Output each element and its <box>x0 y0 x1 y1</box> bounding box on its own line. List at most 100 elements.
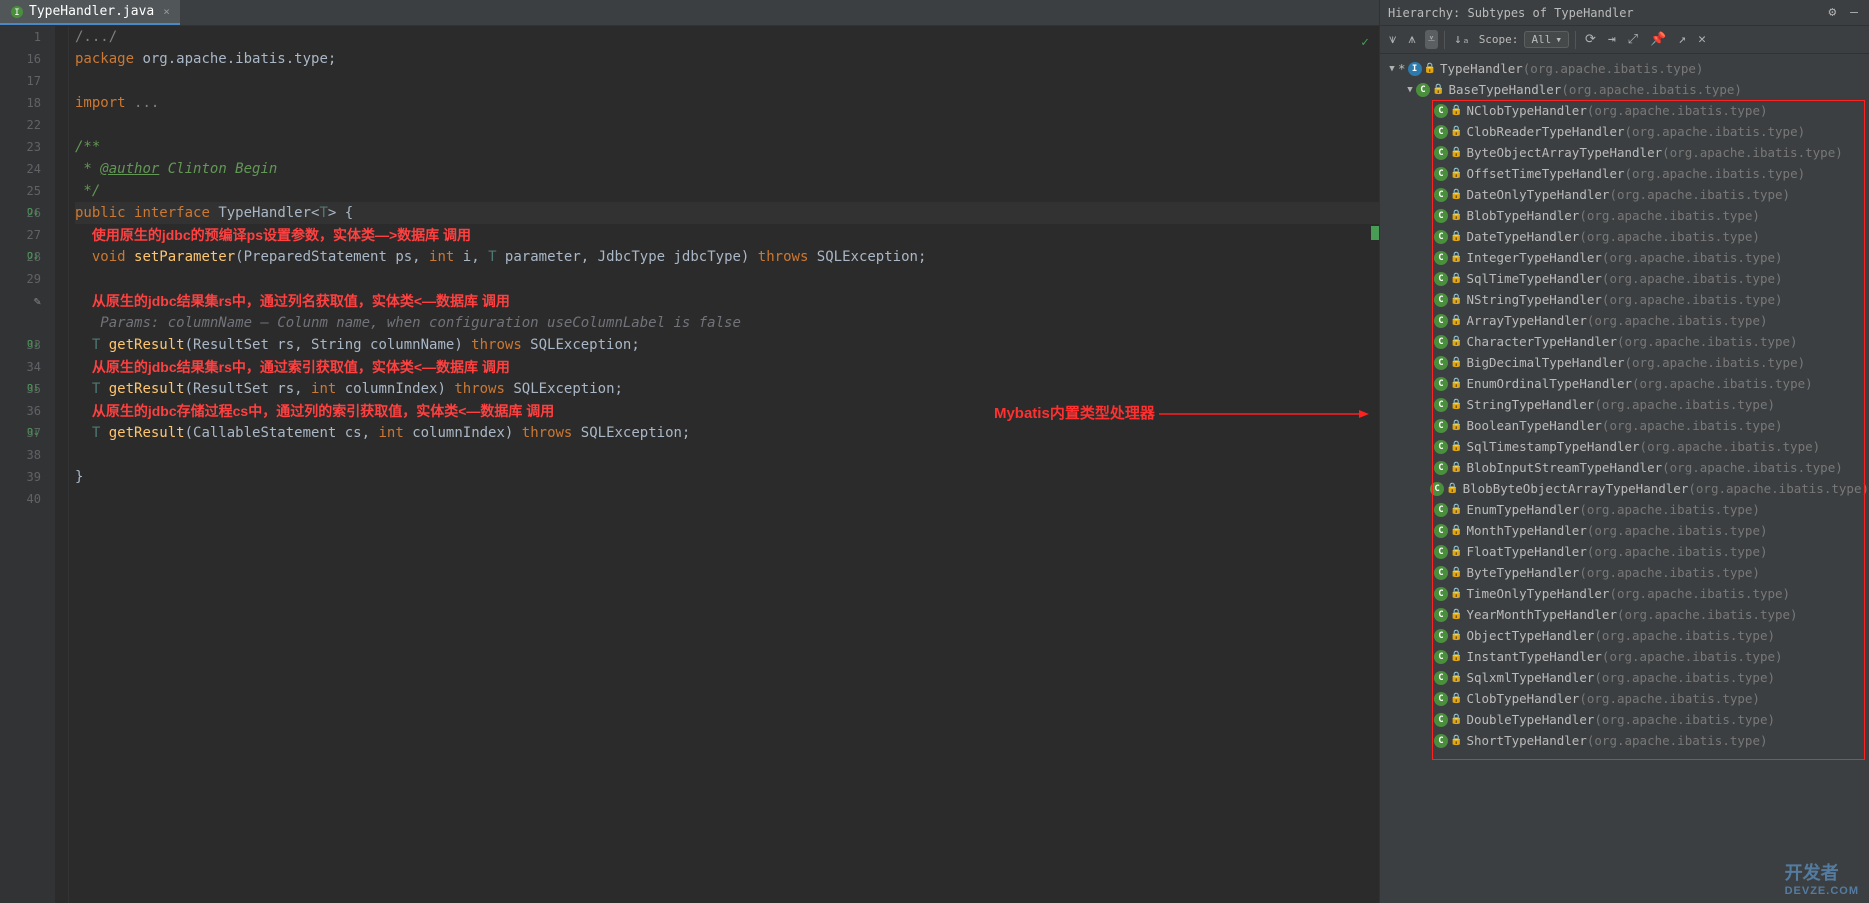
gutter-line[interactable]: 26O↓ <box>0 202 41 224</box>
code-line[interactable] <box>75 70 1379 92</box>
tree-row[interactable]: C🔒SqlTimeTypeHandler (org.apache.ibatis.… <box>1380 268 1869 289</box>
override-marker-icon[interactable]: O↓ <box>27 422 39 444</box>
tree-toggle-icon[interactable]: ▼ <box>1386 64 1398 74</box>
tree-row[interactable]: ▼C🔒BaseTypeHandler (org.apache.ibatis.ty… <box>1380 79 1869 100</box>
close-icon[interactable]: × <box>163 5 170 18</box>
gutter-line[interactable]: 16 <box>0 48 41 70</box>
tree-row[interactable]: C🔒DateTypeHandler (org.apache.ibatis.typ… <box>1380 226 1869 247</box>
supertypes-icon[interactable]: ⩚ <box>1405 30 1418 49</box>
override-marker-icon[interactable]: O↓ <box>27 246 39 268</box>
override-marker-icon[interactable]: O↓ <box>27 378 39 400</box>
scope-dropdown[interactable]: All ▾ <box>1524 31 1569 48</box>
tree-row[interactable]: C🔒BlobTypeHandler (org.apache.ibatis.typ… <box>1380 205 1869 226</box>
tree-row[interactable]: C🔒EnumTypeHandler (org.apache.ibatis.typ… <box>1380 499 1869 520</box>
gutter-line[interactable]: 24 <box>0 158 41 180</box>
gutter-line[interactable]: 37O↓ <box>0 422 41 444</box>
tree-row[interactable]: C🔒StringTypeHandler (org.apache.ibatis.t… <box>1380 394 1869 415</box>
gutter-line[interactable]: 40 <box>0 488 41 510</box>
expand-all-icon[interactable]: ⤢ <box>1625 30 1641 49</box>
export-icon[interactable]: ↗ <box>1675 30 1689 49</box>
editor-tab[interactable]: I TypeHandler.java × <box>0 0 180 25</box>
editor-body[interactable]: 11617182223242526O↓2728O↓29✎33O↓3435O↓36… <box>0 26 1379 903</box>
code-line[interactable]: void setParameter(PreparedStatement ps, … <box>75 246 1379 268</box>
pin-icon[interactable]: 📌 <box>1647 30 1669 49</box>
autoscroll-icon[interactable]: ⇥ <box>1605 30 1619 49</box>
tree-row[interactable]: C🔒CharacterTypeHandler (org.apache.ibati… <box>1380 331 1869 352</box>
gutter-line[interactable]: 36 <box>0 400 41 422</box>
tree-row[interactable]: C🔒ByteTypeHandler (org.apache.ibatis.typ… <box>1380 562 1869 583</box>
code-line[interactable]: T getResult(ResultSet rs, int columnInde… <box>75 378 1379 400</box>
code-line[interactable]: T getResult(ResultSet rs, String columnN… <box>75 334 1379 356</box>
override-marker-icon[interactable]: O↓ <box>27 202 39 224</box>
gear-icon[interactable]: ⚙ <box>1826 3 1840 22</box>
gutter-line[interactable]: 35O↓ <box>0 378 41 400</box>
tree-row[interactable]: C🔒NStringTypeHandler (org.apache.ibatis.… <box>1380 289 1869 310</box>
subtypes-icon[interactable]: ⩡ <box>1425 30 1438 49</box>
code-line[interactable]: public interface TypeHandler<T> { <box>75 202 1379 224</box>
tree-row[interactable]: C🔒FloatTypeHandler (org.apache.ibatis.ty… <box>1380 541 1869 562</box>
code-line[interactable]: 使用原生的jdbc的预编译ps设置参数，实体类—>数据库 调用 <box>75 224 1379 246</box>
gutter-line[interactable]: 18 <box>0 92 41 114</box>
tree-row[interactable]: C🔒DoubleTypeHandler (org.apache.ibatis.t… <box>1380 709 1869 730</box>
code-line[interactable]: */ <box>75 180 1379 202</box>
tree-row[interactable]: C🔒ObjectTypeHandler (org.apache.ibatis.t… <box>1380 625 1869 646</box>
tree-row[interactable]: C🔒NClobTypeHandler (org.apache.ibatis.ty… <box>1380 100 1869 121</box>
tree-row[interactable]: C🔒BigDecimalTypeHandler (org.apache.ibat… <box>1380 352 1869 373</box>
gutter-line[interactable]: 38 <box>0 444 41 466</box>
gutter-line[interactable]: 39 <box>0 466 41 488</box>
tree-row[interactable]: C🔒IntegerTypeHandler (org.apache.ibatis.… <box>1380 247 1869 268</box>
tree-toggle-icon[interactable]: ▼ <box>1404 85 1416 95</box>
tree-row[interactable]: C🔒SqlTimestampTypeHandler (org.apache.ib… <box>1380 436 1869 457</box>
tree-row[interactable]: C🔒ShortTypeHandler (org.apache.ibatis.ty… <box>1380 730 1869 751</box>
tree-row[interactable]: C🔒MonthTypeHandler (org.apache.ibatis.ty… <box>1380 520 1869 541</box>
tree-row[interactable]: C🔒SqlxmlTypeHandler (org.apache.ibatis.t… <box>1380 667 1869 688</box>
gutter-line[interactable]: 25 <box>0 180 41 202</box>
code-line[interactable]: 从原生的jdbc结果集rs中，通过列名获取值，实体类<—数据库 调用 <box>75 290 1379 312</box>
tree-row[interactable]: C🔒ClobReaderTypeHandler (org.apache.ibat… <box>1380 121 1869 142</box>
code-line[interactable] <box>75 488 1379 510</box>
tree-row[interactable]: C🔒BlobByteObjectArrayTypeHandler (org.ap… <box>1380 478 1869 499</box>
gutter-line[interactable]: 28O↓ <box>0 246 41 268</box>
tree-row[interactable]: C🔒ArrayTypeHandler (org.apache.ibatis.ty… <box>1380 310 1869 331</box>
gutter-line[interactable]: 17 <box>0 70 41 92</box>
fold-column[interactable] <box>55 26 69 903</box>
refresh-icon[interactable]: ⟳ <box>1582 30 1599 49</box>
sort-icon[interactable]: ↓ₐ <box>1451 30 1473 49</box>
code-line[interactable] <box>75 114 1379 136</box>
tree-row[interactable]: C🔒BooleanTypeHandler (org.apache.ibatis.… <box>1380 415 1869 436</box>
gutter-line[interactable]: 33O↓ <box>0 334 41 356</box>
tree-row[interactable]: C🔒DateOnlyTypeHandler (org.apache.ibatis… <box>1380 184 1869 205</box>
minimize-icon[interactable]: — <box>1847 3 1861 22</box>
tree-row[interactable]: C🔒BlobInputStreamTypeHandler (org.apache… <box>1380 457 1869 478</box>
code-line[interactable]: T getResult(CallableStatement cs, int co… <box>75 422 1379 444</box>
code-line[interactable]: import ... <box>75 92 1379 114</box>
gutter-line[interactable] <box>0 312 41 334</box>
gutter-line[interactable]: 34 <box>0 356 41 378</box>
line-gutter[interactable]: 11617182223242526O↓2728O↓29✎33O↓3435O↓36… <box>0 26 55 903</box>
gutter-line[interactable]: 22 <box>0 114 41 136</box>
code-line[interactable]: package org.apache.ibatis.type; <box>75 48 1379 70</box>
tree-row[interactable]: C🔒YearMonthTypeHandler (org.apache.ibati… <box>1380 604 1869 625</box>
gutter-line[interactable]: 29 <box>0 268 41 290</box>
gutter-line[interactable]: 23 <box>0 136 41 158</box>
code-line[interactable] <box>75 268 1379 290</box>
tree-row[interactable]: C🔒TimeOnlyTypeHandler (org.apache.ibatis… <box>1380 583 1869 604</box>
code-line[interactable]: /** <box>75 136 1379 158</box>
code-line[interactable]: } <box>75 466 1379 488</box>
tree-row[interactable]: C🔒EnumOrdinalTypeHandler (org.apache.iba… <box>1380 373 1869 394</box>
gutter-line[interactable]: 1 <box>0 26 41 48</box>
tree-row[interactable]: C🔒OffsetTimeTypeHandler (org.apache.ibat… <box>1380 163 1869 184</box>
tree-row[interactable]: ▼*I🔒TypeHandler (org.apache.ibatis.type) <box>1380 58 1869 79</box>
class-hierarchy-icon[interactable]: ⩛ <box>1386 30 1399 49</box>
override-marker-icon[interactable]: O↓ <box>27 334 39 356</box>
tree-row[interactable]: C🔒ClobTypeHandler (org.apache.ibatis.typ… <box>1380 688 1869 709</box>
code-line[interactable]: /.../ <box>75 26 1379 48</box>
tree-row[interactable]: C🔒ByteObjectArrayTypeHandler (org.apache… <box>1380 142 1869 163</box>
code-line[interactable]: * @author Clinton Begin <box>75 158 1379 180</box>
code-line[interactable] <box>75 444 1379 466</box>
code-area[interactable]: ✓ /.../package org.apache.ibatis.type;im… <box>69 26 1379 903</box>
hierarchy-tree[interactable]: ▼*I🔒TypeHandler (org.apache.ibatis.type)… <box>1380 54 1869 903</box>
tree-row[interactable]: C🔒InstantTypeHandler (org.apache.ibatis.… <box>1380 646 1869 667</box>
code-line[interactable]: 从原生的jdbc结果集rs中，通过索引获取值，实体类<—数据库 调用 <box>75 356 1379 378</box>
gutter-line[interactable]: 27 <box>0 224 41 246</box>
